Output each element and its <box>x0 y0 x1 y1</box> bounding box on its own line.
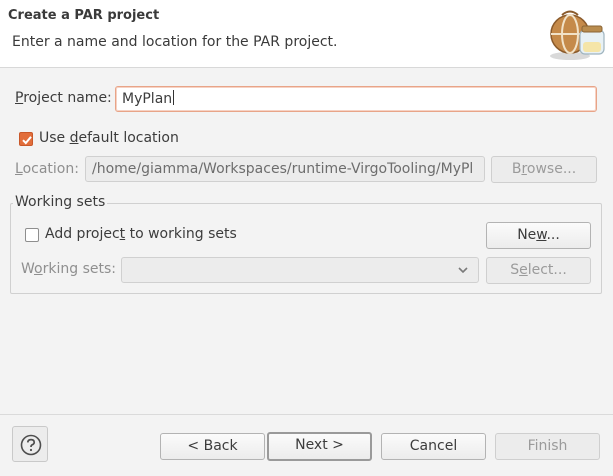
working-sets-group-title: Working sets <box>13 194 108 210</box>
wizard-header: Create a PAR project Enter a name and lo… <box>0 0 613 68</box>
location-label: Location: <box>15 161 79 177</box>
project-name-value: MyPlan <box>122 91 173 107</box>
new-working-set-button[interactable]: New... <box>486 222 591 249</box>
finish-button[interactable]: Finish <box>495 433 600 460</box>
location-value: /home/giamma/Workspaces/runtime-VirgoToo… <box>92 161 474 177</box>
help-button[interactable] <box>12 426 48 462</box>
project-name-label: Project name: <box>15 90 112 106</box>
wizard-title: Create a PAR project <box>8 8 160 23</box>
back-button[interactable]: < Back <box>160 433 265 460</box>
add-to-working-sets-label[interactable]: Add project to working sets <box>45 226 237 242</box>
text-cursor <box>173 90 175 105</box>
location-input[interactable]: /home/giamma/Workspaces/runtime-VirgoToo… <box>85 156 485 182</box>
jar-and-globe-icon <box>550 10 605 60</box>
add-to-working-sets-checkbox[interactable] <box>25 228 39 242</box>
working-sets-combo[interactable] <box>121 257 479 283</box>
wizard-description: Enter a name and location for the PAR pr… <box>12 34 338 50</box>
footer-separator <box>0 414 613 415</box>
browse-button[interactable]: Browse... <box>491 156 597 183</box>
project-name-input[interactable]: MyPlan <box>115 86 597 112</box>
next-button[interactable]: Next > <box>267 432 372 461</box>
chevron-down-icon <box>458 267 468 274</box>
checkmark-icon <box>22 136 32 145</box>
use-default-location-label[interactable]: Use default location <box>39 130 179 146</box>
help-icon <box>20 434 42 456</box>
working-sets-label: Working sets: <box>21 261 116 277</box>
select-working-sets-button[interactable]: Select... <box>486 257 591 284</box>
cancel-button[interactable]: Cancel <box>381 433 486 460</box>
use-default-location-checkbox[interactable] <box>19 132 33 146</box>
